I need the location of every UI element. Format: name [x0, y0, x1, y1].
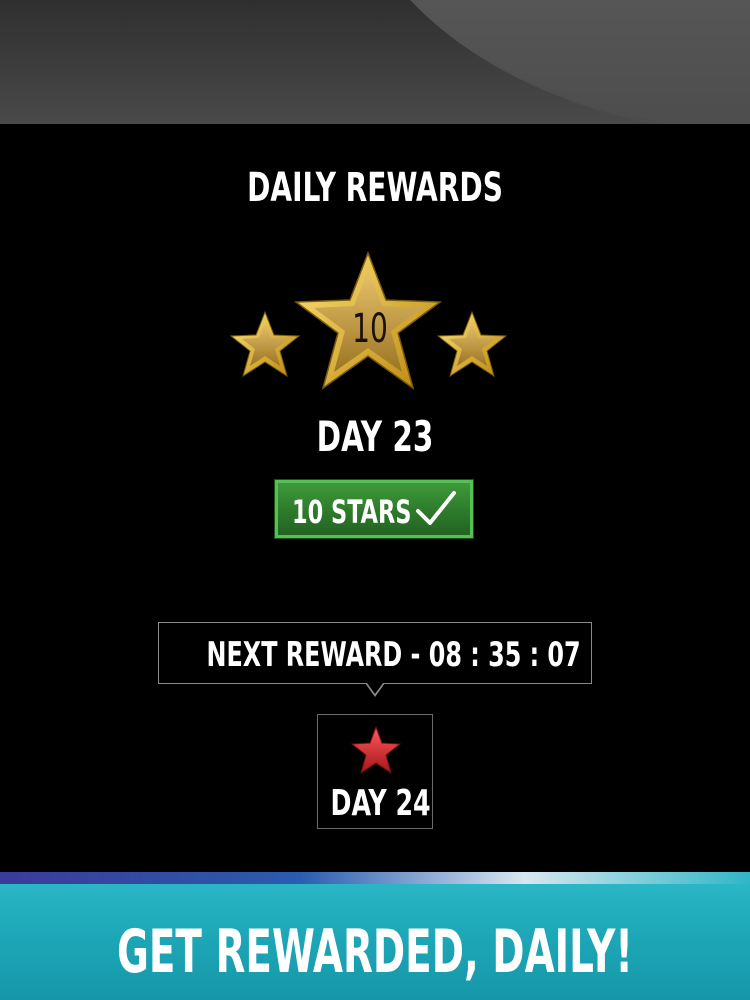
next-reward-countdown-label: NEXT REWARD - 08 : 35 : 07: [206, 635, 581, 675]
check-icon: [416, 491, 456, 525]
tagline: GET REWARDED, DAILY!: [116, 917, 634, 987]
next-day-label: DAY 24: [330, 783, 431, 824]
star-value: 10: [352, 306, 388, 352]
bottom-banner: GET REWARDED, DAILY!: [0, 884, 750, 1000]
red-star-icon: [350, 725, 402, 775]
next-reward-countdown: NEXT REWARD - 08 : 35 : 07: [158, 622, 592, 684]
current-day-label: DAY 23: [316, 412, 434, 461]
reward-amount-label: 10 STARS: [292, 493, 412, 531]
daily-rewards-screen: DAILY REWARDS 10 DAY 23 10 STARS NEXT RE…: [0, 0, 750, 1000]
left-star-icon: [229, 310, 301, 378]
next-day-card[interactable]: DAY 24: [317, 714, 433, 829]
tooltip-pointer-fill: [367, 683, 383, 694]
right-star-icon: [436, 310, 508, 378]
reward-claimed-badge[interactable]: 10 STARS: [275, 480, 473, 538]
